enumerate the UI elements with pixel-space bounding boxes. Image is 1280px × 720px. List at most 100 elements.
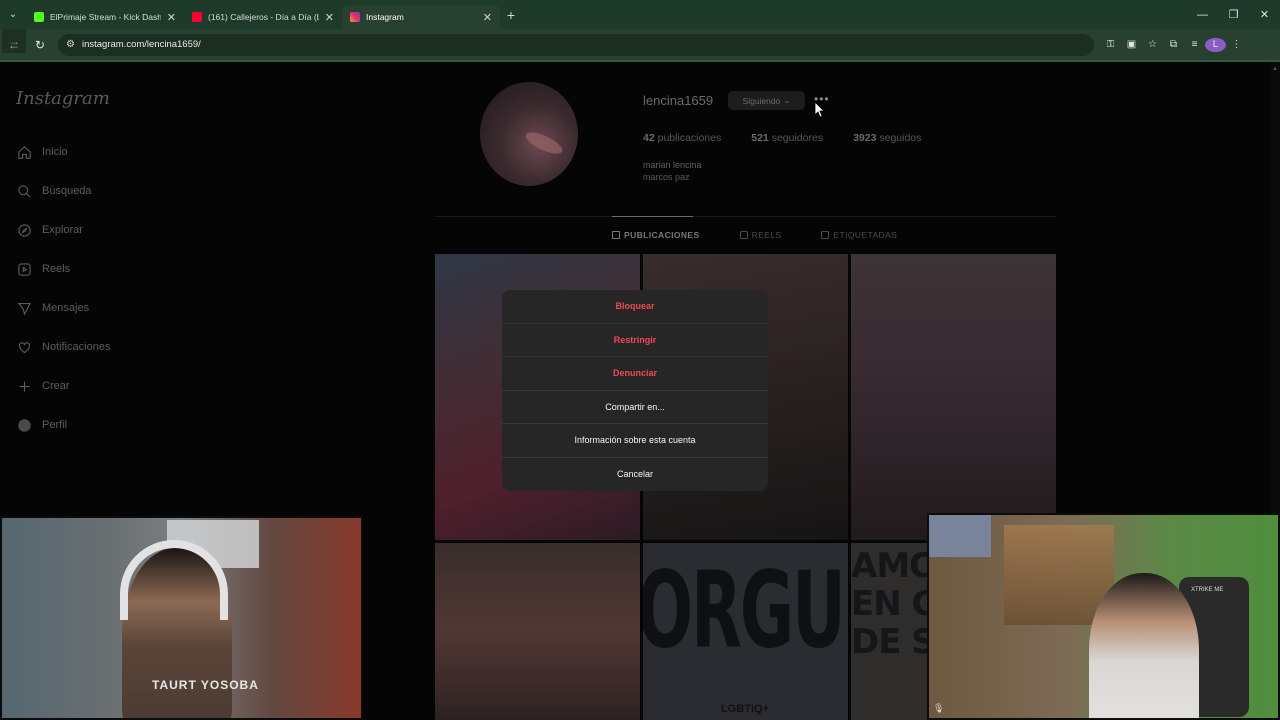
sidebar-item-notifications[interactable]: Notificaciones (16, 339, 110, 355)
browser-tab-bar: ⌄ ElPrimaje Stream - Kick Dashbo ✕ (161)… (0, 0, 1280, 29)
tagged-icon (821, 231, 830, 239)
webcam-left: TAURT YOSOBA (0, 516, 363, 720)
url-text: instagram.com/lencina1659/ (81, 39, 201, 50)
minimize-icon[interactable]: — (1187, 0, 1218, 29)
sidebar-item-profile[interactable]: Perfil (16, 417, 67, 433)
posts-count: 42 (643, 132, 655, 144)
streamer-person (1089, 573, 1199, 718)
browser-tab[interactable]: (161) Callejeros - Día a Día (Let ✕ (184, 5, 342, 29)
restore-icon[interactable]: ❐ (1218, 0, 1249, 29)
close-tab-icon[interactable]: ✕ (325, 11, 334, 24)
profile-avatar-icon: L (1205, 37, 1226, 52)
browser-tab-active[interactable]: Instagram ✕ (342, 5, 500, 29)
sidebar-item-label: Reels (42, 263, 71, 275)
tab-title: Instagram (366, 12, 404, 22)
youtube-favicon-icon (192, 12, 202, 22)
profile-full-name: marian lencina (643, 160, 702, 170)
tab-reels[interactable]: REELS (739, 230, 782, 240)
compass-icon (16, 222, 32, 238)
posts-label: publicaciones (657, 132, 722, 144)
profile-bio: marcos paz (643, 172, 690, 182)
tab-title: ElPrimaje Stream - Kick Dashbo (50, 12, 161, 22)
restrict-button[interactable]: Restringir (502, 324, 768, 357)
tab-title: (161) Callejeros - Día a Día (Let (208, 12, 319, 22)
muted-mic-icon: 🎙 (933, 703, 945, 713)
tab-label: ETIQUETADAS (833, 230, 898, 240)
followers-stat[interactable]: 521 seguidores (751, 132, 823, 144)
profile-username: lencina1659 (643, 93, 714, 108)
sidebar-item-explore[interactable]: Explorar (16, 222, 83, 238)
post-image-subtext: LGBTIQ+ (721, 703, 769, 715)
tab-posts[interactable]: PUBLICACIONES (612, 230, 700, 240)
post-thumbnail[interactable] (435, 543, 640, 720)
tab-label: PUBLICACIONES (624, 230, 700, 240)
browser-toolbar: ← → ↻ ⚙ instagram.com/lencina1659/ ⚿ ▣ ☆… (0, 29, 1280, 60)
password-key-icon[interactable]: ⚿ (1100, 39, 1121, 50)
install-app-icon[interactable]: ▣ (1121, 39, 1142, 50)
post-thumbnail[interactable] (851, 254, 1056, 540)
close-tab-icon[interactable]: ✕ (167, 11, 176, 24)
following-button[interactable]: Siguiendo ⌄ (728, 91, 805, 110)
close-window-icon[interactable]: ✕ (1249, 0, 1280, 29)
post-thumbnail[interactable]: ORGULL LGBTIQ+ (643, 543, 848, 720)
profile-stats: 42 publicaciones 521 seguidores 3923 seg… (643, 132, 951, 144)
sidebar-item-messages[interactable]: Mensajes (16, 300, 89, 316)
sidebar-item-label: Crear (42, 380, 70, 392)
following-count: 3923 (853, 132, 877, 144)
reload-icon[interactable]: ↻ (28, 33, 52, 57)
sidebar-item-label: Perfil (42, 419, 68, 431)
sidebar-item-reels[interactable]: Reels (16, 261, 70, 277)
bookmark-star-icon[interactable]: ☆ (1142, 39, 1163, 50)
search-icon (16, 183, 32, 199)
post-thumbnail[interactable]: AMOR EN CU DE SU (851, 543, 927, 720)
webcam-right: XTRIKE ME 🎙 (927, 513, 1280, 720)
grid-icon (612, 231, 620, 239)
sidebar-item-label: Inicio (42, 146, 68, 158)
media-queue-icon[interactable]: ≡ (1184, 39, 1205, 50)
cancel-button[interactable]: Cancelar (502, 458, 768, 492)
sidebar-item-home[interactable]: Inicio (16, 144, 68, 160)
profile-avatar[interactable] (480, 82, 578, 186)
mouse-cursor-icon (815, 102, 825, 118)
about-account-button[interactable]: Información sobre esta cuenta (502, 424, 768, 458)
posts-stat: 42 publicaciones (643, 132, 721, 144)
avatar-icon (16, 417, 32, 433)
browser-tab[interactable]: ElPrimaje Stream - Kick Dashbo ✕ (26, 5, 184, 29)
following-button-label: Siguiendo (742, 95, 781, 106)
share-button[interactable]: Compartir en... (502, 391, 768, 424)
instagram-favicon-icon (350, 12, 360, 22)
instagram-logo[interactable]: Instagram (16, 88, 110, 109)
window-controls: — ❐ ✕ (1187, 0, 1280, 29)
active-tab-indicator (612, 216, 693, 217)
post-image-text: ORGULL (643, 549, 848, 673)
sidebar-item-search[interactable]: Búsqueda (16, 183, 92, 199)
reels-icon (16, 261, 32, 277)
tab-search-icon[interactable]: ⌄ (0, 0, 26, 29)
sidebar-item-create[interactable]: Crear (16, 378, 70, 394)
close-tab-icon[interactable]: ✕ (483, 11, 492, 24)
extensions-icon[interactable]: ⧉ (1163, 39, 1184, 50)
sidebar-item-label: Mensajes (42, 302, 90, 314)
sidebar-item-label: Búsqueda (42, 185, 92, 197)
kebab-menu-icon[interactable]: ⋮ (1226, 39, 1247, 50)
following-stat[interactable]: 3923 seguidos (853, 132, 921, 144)
site-info-icon[interactable]: ⚙ (66, 39, 75, 50)
home-icon (16, 144, 32, 160)
chevron-down-icon: ⌄ (783, 95, 791, 105)
forward-icon[interactable]: → (2, 29, 26, 53)
address-bar[interactable]: ⚙ instagram.com/lencina1659/ (58, 33, 1094, 56)
scroll-up-arrow-icon[interactable]: ▲ (1272, 66, 1278, 72)
block-button[interactable]: Bloquear (502, 290, 768, 324)
new-tab-icon[interactable]: + (500, 7, 522, 23)
report-button[interactable]: Denunciar (502, 357, 768, 391)
tab-tagged[interactable]: ETIQUETADAS (821, 230, 897, 240)
background-monitor (929, 515, 991, 557)
heart-icon (16, 339, 32, 355)
profile-button[interactable]: L (1205, 37, 1226, 52)
messages-icon (16, 300, 32, 316)
reels-icon (739, 231, 748, 239)
post-image-text: AMOR EN CU DE SU (851, 546, 927, 662)
profile-divider (435, 216, 1056, 217)
profile-options-dialog: Bloquear Restringir Denunciar Compartir … (502, 290, 768, 491)
sidebar-item-label: Notificaciones (42, 341, 111, 353)
